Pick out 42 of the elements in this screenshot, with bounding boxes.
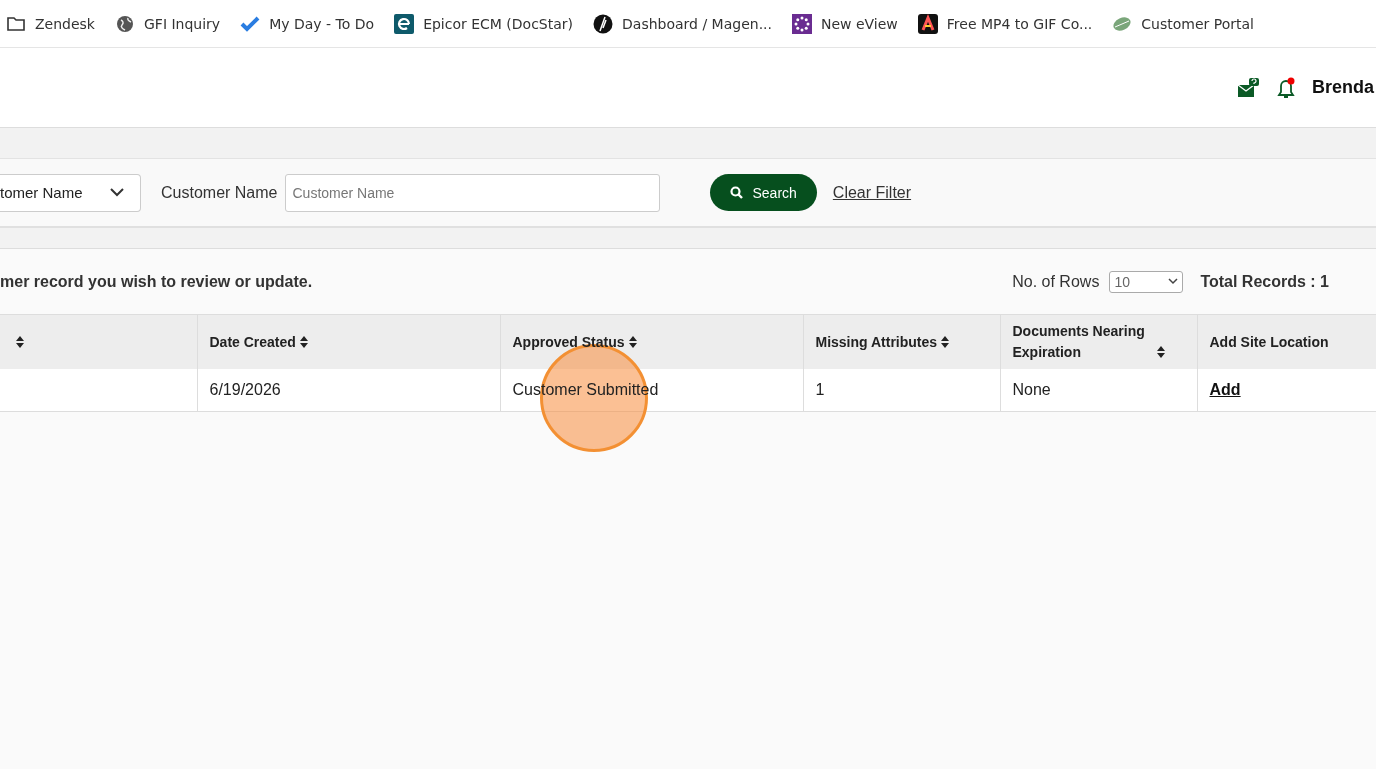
instruction-text: mer record you wish to review or update. xyxy=(0,272,314,291)
rows-label: No. of Rows xyxy=(1012,272,1100,291)
add-link[interactable]: Add xyxy=(1209,381,1241,398)
field-label: Customer Name xyxy=(161,183,278,202)
bookmark[interactable]: My Day - To Do xyxy=(240,13,375,34)
table-cell: 1 xyxy=(815,381,825,398)
column-header: Date Created xyxy=(209,332,296,352)
dotted-ring-icon xyxy=(792,13,812,34)
chevron-down-icon xyxy=(1168,278,1179,285)
table-cell: 6/19/2026 xyxy=(209,381,281,398)
table-cell: None xyxy=(1012,381,1051,398)
user-name[interactable]: Brenda xyxy=(1312,77,1374,98)
search-button[interactable]: Search xyxy=(710,174,817,211)
sort-icon[interactable] xyxy=(1156,346,1165,358)
total-records: Total Records : 1 xyxy=(1200,272,1329,291)
bookmark[interactable]: Dashboard / Magen... xyxy=(593,13,772,34)
customer-name-field[interactable]: Customer Name xyxy=(285,173,661,212)
search-icon xyxy=(730,186,744,199)
column-header: Missing Attributes xyxy=(815,332,938,352)
globe-icon xyxy=(115,13,135,34)
bookmark[interactable]: New eView xyxy=(792,13,898,34)
chevron-down-icon xyxy=(110,188,124,197)
sort-icon[interactable] xyxy=(941,335,950,348)
clear-filter-link[interactable]: Clear Filter xyxy=(832,183,912,202)
a-logo-icon xyxy=(917,13,938,34)
bookmark[interactable]: Free MP4 to GIF Co... xyxy=(917,13,1093,34)
bookmark[interactable]: Epicor ECM (DocStar) xyxy=(394,13,574,34)
column-header: Add Site Location xyxy=(1209,332,1329,352)
bookmark[interactable]: Customer Portal xyxy=(1112,13,1254,34)
rows-dropdown[interactable]: 10 xyxy=(1109,270,1184,293)
mail-icon[interactable] xyxy=(1238,77,1260,98)
sort-icon[interactable] xyxy=(16,335,24,348)
sort-icon[interactable] xyxy=(299,335,308,348)
column-header: Approved Status xyxy=(512,332,625,352)
sort-icon[interactable] xyxy=(628,335,637,348)
table-cell: Customer Submitted xyxy=(512,381,659,398)
bookmark[interactable]: GFI Inquiry xyxy=(115,13,221,34)
bookmark[interactable]: Zendesk xyxy=(6,13,95,34)
column-header: Documents Nearing Expiration xyxy=(1012,322,1146,362)
round-logo-icon xyxy=(593,13,614,34)
e-logo-icon xyxy=(394,13,415,34)
filter-dropdown[interactable]: tomer Name xyxy=(0,173,141,212)
